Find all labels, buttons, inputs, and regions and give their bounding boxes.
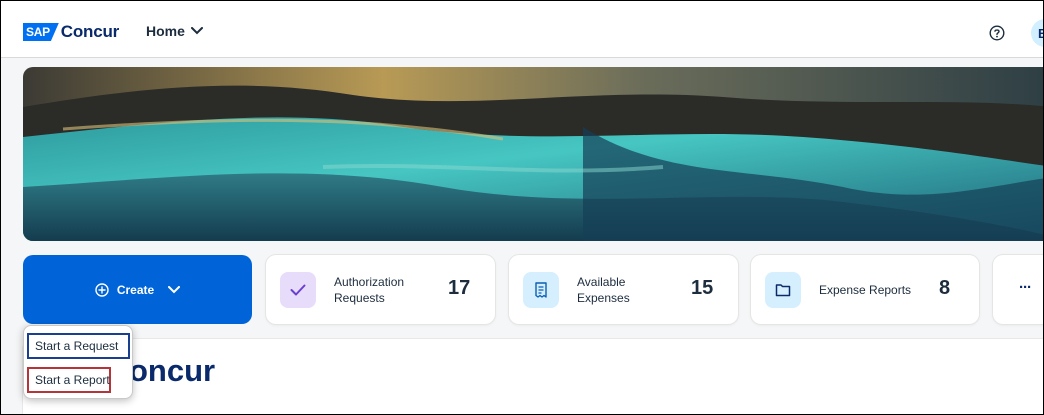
panel-title: oncur (129, 353, 216, 388)
tile-authorization-requests[interactable]: Authorization Requests 17 (266, 255, 495, 324)
tile-expense-reports[interactable]: Expense Reports 8 (751, 255, 979, 324)
tile-count: 15 (691, 277, 714, 299)
concur-wordmark: Concur (60, 22, 120, 41)
hero-banner-image (23, 67, 1043, 241)
tile-icon-box (765, 271, 801, 308)
tile-available-expenses[interactable]: Available Expenses 15 (509, 255, 738, 324)
home-menu-label: Home (146, 23, 185, 39)
tile-label-line1: Available (577, 274, 626, 289)
sap-concur-logo[interactable]: SAP Concur (23, 22, 120, 41)
user-avatar[interactable]: B (1031, 19, 1043, 47)
tile-label: Expense Reports (819, 282, 911, 298)
create-dropdown-menu: Start a Request Start a Report (23, 325, 133, 399)
create-label: Create (116, 282, 155, 297)
tile-icon-box (523, 271, 559, 308)
home-menu[interactable]: Home (146, 23, 203, 39)
tile-label-line2: Expenses (577, 290, 630, 305)
menu-item-start-report[interactable]: Start a Report (27, 367, 111, 393)
tile-more[interactable]: ··· (993, 255, 1043, 324)
avatar-initial: B (1038, 26, 1043, 41)
tile-label-line1: Authorization (334, 274, 405, 289)
tile-label-line2: Requests (334, 290, 385, 305)
tile-icon-box (280, 271, 316, 308)
chevron-down-icon (168, 285, 181, 293)
plus-circle-icon (95, 282, 109, 297)
top-bar: SAP Concur Home B (1, 1, 1043, 58)
tile-label-line1: Expense Reports (819, 282, 912, 297)
tile-label: Available Expenses (577, 274, 630, 306)
sap-badge: SAP (23, 23, 59, 41)
folder-icon (775, 283, 791, 296)
tile-count: 17 (448, 277, 471, 299)
tile-count: 8 (939, 277, 951, 299)
tile-label: Authorization Requests (334, 274, 404, 306)
chevron-down-icon (190, 27, 203, 35)
app-window: SAP Concur Home B (0, 0, 1044, 415)
checkmark-icon (290, 284, 306, 295)
help-icon[interactable] (989, 25, 1005, 41)
menu-item-start-request[interactable]: Start a Request (27, 333, 130, 359)
receipt-icon (535, 281, 547, 298)
more-icon: ··· (1019, 279, 1032, 296)
create-button[interactable]: Create (23, 255, 252, 324)
